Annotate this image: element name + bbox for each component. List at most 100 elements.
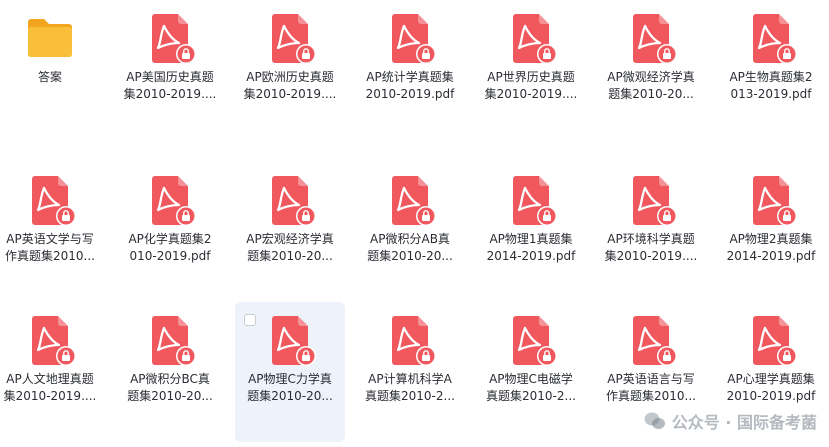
file-name-line2: 010-2019.pdf (129, 249, 211, 263)
pdf-file-icon (32, 176, 76, 226)
pdf-file-item[interactable]: AP物理2真题集 2014-2019.pdf (716, 162, 826, 302)
file-name-line2: 013-2019.pdf (730, 87, 812, 101)
pdf-file-icon (513, 316, 557, 366)
pdf-file-icon (753, 316, 797, 366)
file-name: AP宏观经济学真 题集2010-20... (235, 231, 345, 265)
file-name-line2: 集2010-2019.... (123, 87, 217, 101)
file-name-line1: AP生物真题集2 (729, 70, 813, 84)
folder-item[interactable]: 答案 (0, 0, 105, 140)
file-name-line2: 集2010-2019.... (604, 249, 698, 263)
pdf-file-icon (633, 14, 677, 64)
file-icon (743, 10, 799, 66)
pdf-file-item[interactable]: AP计算机科学A 真题集2010-2... (355, 302, 465, 442)
file-name-line2: 集2010-2019.... (484, 87, 578, 101)
pdf-file-icon (392, 176, 436, 226)
pdf-file-icon (633, 176, 677, 226)
pdf-file-item[interactable]: AP化学真题集2 010-2019.pdf (115, 162, 225, 302)
file-name-line2: 2010-2019.pdf (726, 389, 816, 403)
file-name-line1: AP物理C电磁学 (489, 372, 573, 386)
pdf-file-icon (753, 176, 797, 226)
file-name-line1: AP英语语言与写 (607, 372, 695, 386)
file-name: 答案 (0, 69, 105, 86)
pdf-file-item[interactable]: AP人文地理真题 集2010-2019.... (0, 302, 105, 442)
pdf-file-item[interactable]: AP微积分AB真 题集2010-20... (355, 162, 465, 302)
pdf-file-icon (272, 176, 316, 226)
file-name: AP物理C电磁学 真题集2010-2... (476, 371, 586, 405)
file-icon (262, 172, 318, 228)
file-name-line2: 集2010-2019.... (243, 87, 337, 101)
pdf-file-icon (152, 14, 196, 64)
file-icon (142, 172, 198, 228)
pdf-file-item[interactable]: AP心理学真题集 2010-2019.pdf (716, 302, 826, 442)
file-name-line1: AP美国历史真题 (126, 70, 214, 84)
file-icon (503, 172, 559, 228)
pdf-file-item[interactable]: AP世界历史真题 集2010-2019.... (476, 0, 586, 140)
file-name: AP物理C力学真 题集2010-20... (235, 371, 345, 405)
file-name-line2: 集2010-2019.... (3, 389, 97, 403)
file-icon (623, 312, 679, 368)
file-name-line2: 题集2010-20... (127, 389, 213, 403)
file-icon (142, 312, 198, 368)
file-name-line2: 真题集2010-2... (486, 389, 576, 403)
file-name: AP美国历史真题 集2010-2019.... (115, 69, 225, 103)
file-name: AP计算机科学A 真题集2010-2... (355, 371, 465, 405)
pdf-file-item[interactable]: AP微观经济学真 题集2010-20... (596, 0, 706, 140)
pdf-file-icon (753, 14, 797, 64)
pdf-file-item[interactable]: AP美国历史真题 集2010-2019.... (115, 0, 225, 140)
file-name: AP统计学真题集 2010-2019.pdf (355, 69, 465, 103)
file-icon (382, 10, 438, 66)
file-name-line2: 作真题集2010... (5, 249, 95, 263)
file-name: AP物理2真题集 2014-2019.pdf (716, 231, 826, 265)
file-name-line2: 2014-2019.pdf (726, 249, 816, 263)
file-icon (503, 312, 559, 368)
pdf-file-item[interactable]: AP统计学真题集 2010-2019.pdf (355, 0, 465, 140)
pdf-file-item[interactable]: AP物理1真题集 2014-2019.pdf (476, 162, 586, 302)
pdf-file-item[interactable]: AP物理C力学真 题集2010-20... (235, 302, 345, 442)
file-name-line1: AP微积分BC真 (130, 372, 210, 386)
file-name: AP生物真题集2 013-2019.pdf (716, 69, 826, 103)
file-name-line1: AP物理2真题集 (729, 232, 813, 246)
file-name-line1: AP物理C力学真 (248, 372, 332, 386)
file-icon (743, 312, 799, 368)
pdf-file-icon (272, 14, 316, 64)
pdf-file-item[interactable]: AP生物真题集2 013-2019.pdf (716, 0, 826, 140)
file-name-line2: 题集2010-20... (608, 87, 694, 101)
file-name-line1: AP人文地理真题 (6, 372, 94, 386)
pdf-file-icon (152, 316, 196, 366)
pdf-file-item[interactable]: AP环境科学真题 集2010-2019.... (596, 162, 706, 302)
file-name: AP物理1真题集 2014-2019.pdf (476, 231, 586, 265)
file-name-line2: 2010-2019.pdf (365, 87, 455, 101)
file-name: AP人文地理真题 集2010-2019.... (0, 371, 105, 405)
pdf-file-icon (513, 14, 557, 64)
pdf-file-icon (152, 176, 196, 226)
pdf-file-icon (392, 14, 436, 64)
pdf-file-icon (32, 316, 76, 366)
file-name-line1: 答案 (37, 70, 62, 84)
file-grid: 答案 AP美国历史真题 集2010-2019.... AP欧洲历史真题 集201… (0, 0, 829, 447)
file-name: AP化学真题集2 010-2019.pdf (115, 231, 225, 265)
file-icon (743, 172, 799, 228)
file-name-line2: 真题集2010-2... (365, 389, 455, 403)
file-name-line1: AP心理学真题集 (727, 372, 815, 386)
pdf-file-item[interactable]: AP宏观经济学真 题集2010-20... (235, 162, 345, 302)
pdf-file-icon (272, 316, 316, 366)
pdf-file-item[interactable]: AP欧洲历史真题 集2010-2019.... (235, 0, 345, 140)
pdf-file-item[interactable]: AP微积分BC真 题集2010-20... (115, 302, 225, 442)
pdf-file-item[interactable]: AP物理C电磁学 真题集2010-2... (476, 302, 586, 442)
file-icon (262, 312, 318, 368)
file-name-line2: 题集2010-20... (247, 249, 333, 263)
file-icon (22, 172, 78, 228)
file-name-line1: AP微观经济学真 (607, 70, 695, 84)
file-icon (623, 172, 679, 228)
file-icon (22, 312, 78, 368)
folder-icon (28, 19, 72, 57)
file-name-line1: AP计算机科学A (368, 372, 452, 386)
file-icon (382, 312, 438, 368)
pdf-file-item[interactable]: AP英语文学与写 作真题集2010... (0, 162, 105, 302)
file-name: AP英语语言与写 作真题集2010... (596, 371, 706, 405)
pdf-file-item[interactable]: AP英语语言与写 作真题集2010... (596, 302, 706, 442)
select-checkbox[interactable] (244, 314, 256, 326)
pdf-file-icon (513, 176, 557, 226)
pdf-file-icon (392, 316, 436, 366)
file-icon (22, 10, 78, 66)
